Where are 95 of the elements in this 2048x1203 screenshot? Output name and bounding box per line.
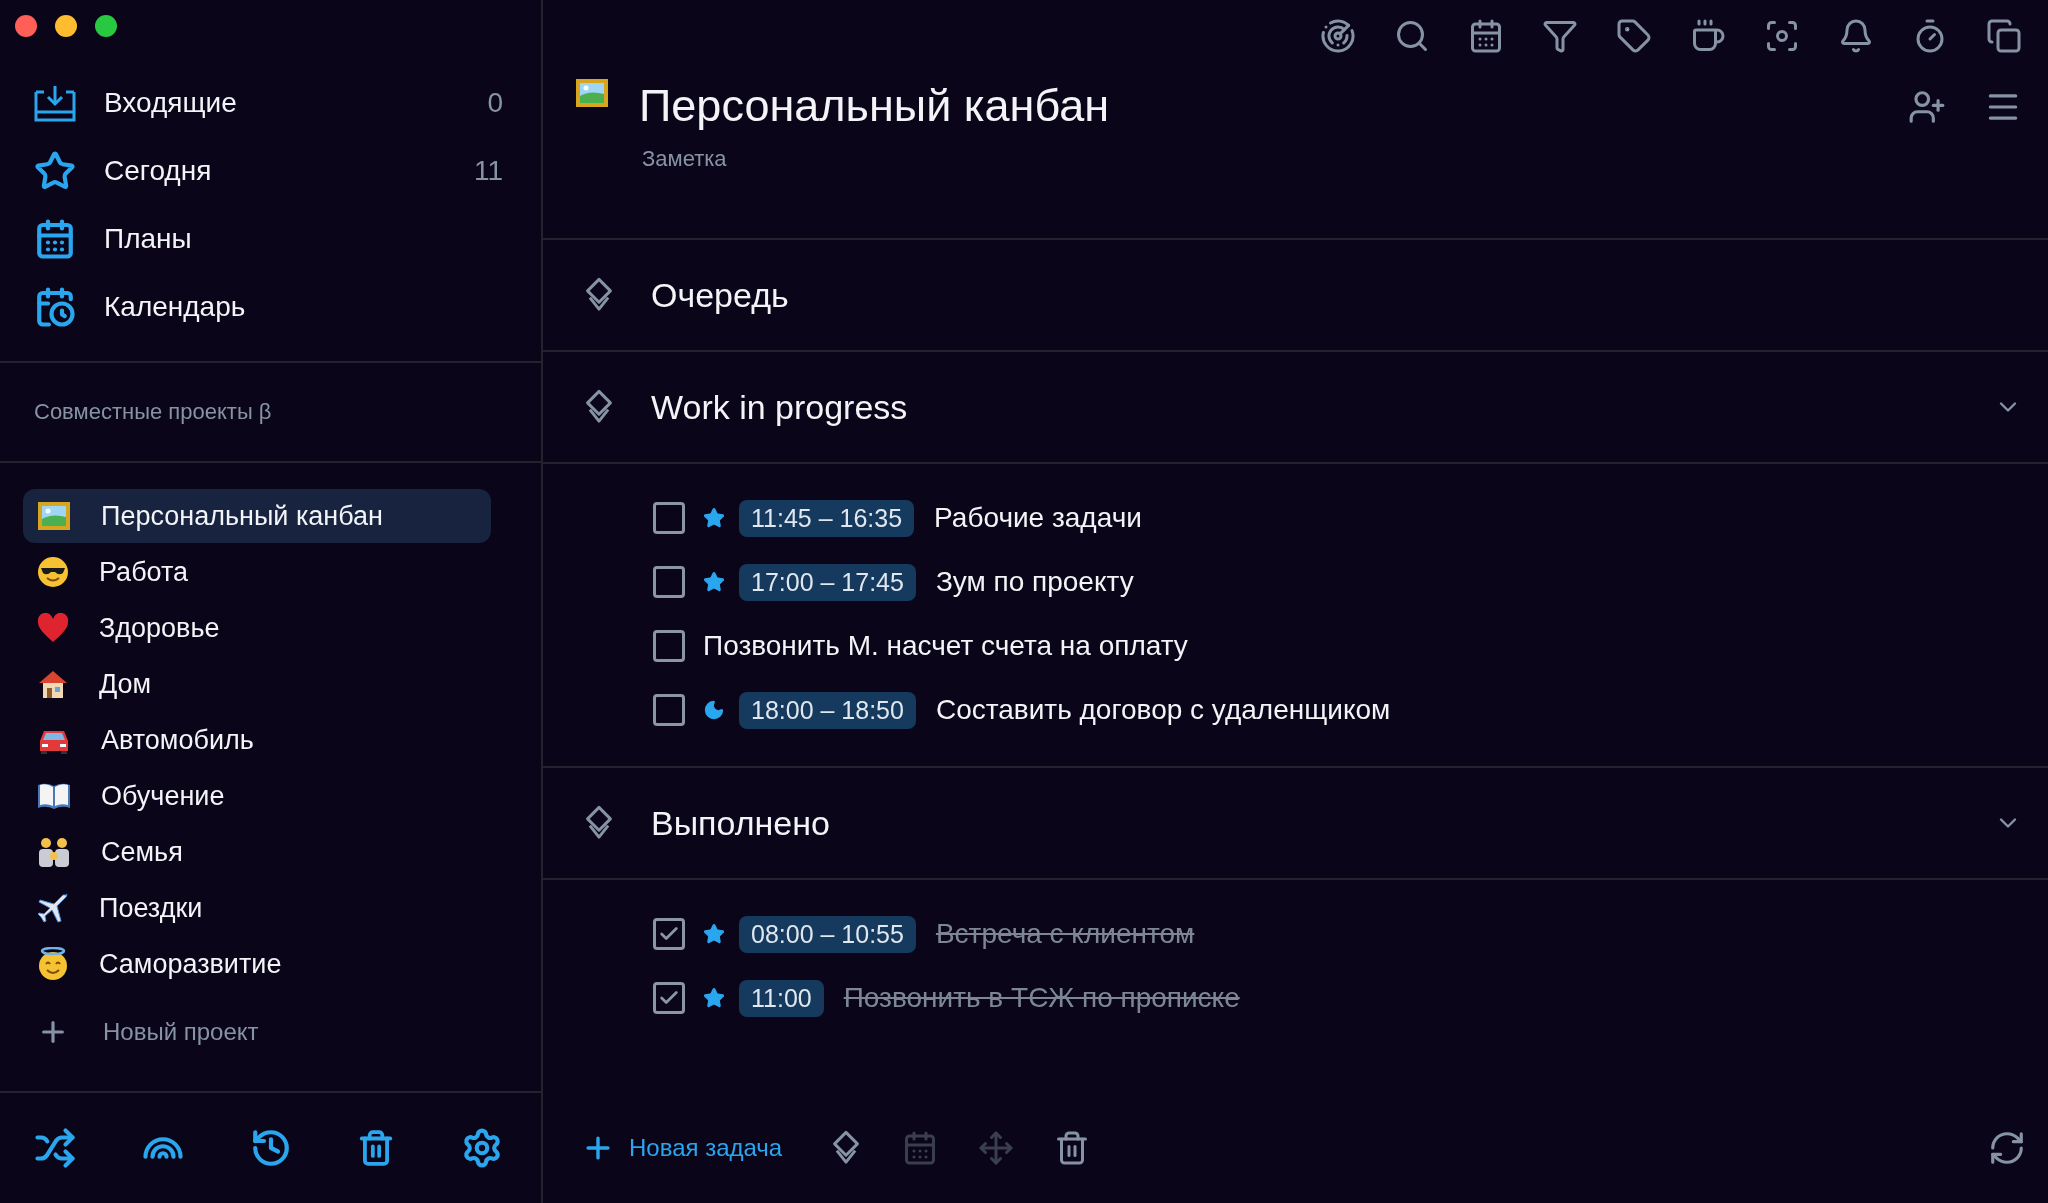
task-row[interactable]: 11:45 – 16:35 Рабочие задачи xyxy=(653,486,2048,550)
project-label: Автомобиль xyxy=(101,724,254,756)
task-row[interactable]: Позвонить М. насчет счета на оплату xyxy=(653,614,2048,678)
task-row[interactable]: 18:00 – 18:50 Составить договор с удаленщиком xyxy=(653,678,2048,742)
inbox-tray-icon xyxy=(34,84,76,122)
time-badge: 11:45 – 16:35 xyxy=(739,499,915,537)
project-item[interactable]: Семья xyxy=(23,825,491,879)
task-row[interactable]: 17:00 – 17:45 Зум по проекту xyxy=(653,550,2048,614)
zoom-window-button[interactable] xyxy=(95,15,117,37)
airplane-icon xyxy=(37,892,69,924)
group-title: Очередь xyxy=(651,275,790,315)
task-title: Позвонить в ТСЖ по прописке xyxy=(843,982,1240,1014)
group-title: Work in progress xyxy=(651,387,909,427)
search-icon[interactable] xyxy=(1394,18,1430,54)
task-checkbox[interactable] xyxy=(653,502,685,534)
open-book-icon xyxy=(37,782,71,810)
nav-label: Входящие xyxy=(104,87,238,119)
stacked-diamonds-icon xyxy=(583,388,615,426)
nav-item[interactable]: Входящие 0 xyxy=(0,69,541,137)
project-label: Саморазвитие xyxy=(99,948,282,980)
time-badge: 17:00 – 17:45 xyxy=(739,563,916,601)
task-row[interactable]: 11:00 Позвонить в ТСЖ по прописке xyxy=(653,966,2048,1030)
project-item[interactable]: Обучение xyxy=(23,769,491,823)
project-item[interactable]: Поездки xyxy=(23,881,491,935)
copy-icon[interactable] xyxy=(1986,18,2022,54)
time-badge: 18:00 – 18:50 xyxy=(739,691,916,729)
task-title: Рабочие задачи xyxy=(934,502,1142,534)
stacked-diamonds-icon xyxy=(583,804,615,842)
project-label: Работа xyxy=(99,556,189,588)
task-row[interactable]: 08:00 – 10:55 Встреча с клиентом xyxy=(653,902,2048,966)
nav-item[interactable]: Планы xyxy=(0,205,541,273)
refresh-icon[interactable] xyxy=(1988,1129,2026,1167)
item-count: 11 xyxy=(473,155,503,187)
filter-icon[interactable] xyxy=(1542,18,1578,54)
settings-icon[interactable] xyxy=(461,1127,503,1169)
halo-smiley-icon xyxy=(37,947,69,981)
time-badge: 11:00 xyxy=(739,979,824,1017)
project-label: Здоровье xyxy=(99,612,220,644)
new-project-button[interactable]: Новый проект xyxy=(37,1001,541,1063)
minimize-window-button[interactable] xyxy=(55,15,77,37)
task-title: Встреча с клиентом xyxy=(935,918,1195,950)
project-label: Обучение xyxy=(101,780,225,812)
project-label: Дом xyxy=(99,668,152,700)
note-title: Персональный канбан xyxy=(639,79,1111,133)
calendar-icon xyxy=(34,218,76,260)
radar-icon[interactable] xyxy=(1320,18,1356,54)
star-icon xyxy=(34,150,76,192)
task-checkbox[interactable] xyxy=(653,918,685,950)
family-silhouettes-icon xyxy=(37,836,71,868)
task-title: Позвонить М. насчет счета на оплату xyxy=(703,630,1188,662)
nav-label: Сегодня xyxy=(104,155,213,187)
group-header[interactable]: Очередь xyxy=(543,238,2048,350)
task-title: Составить договор с удаленщиком xyxy=(935,694,1391,726)
new-project-label: Новый проект xyxy=(103,1018,259,1046)
nav-item[interactable]: Сегодня 11 xyxy=(0,137,541,205)
project-item[interactable]: Здоровье xyxy=(23,601,491,655)
focus-icon[interactable] xyxy=(1764,18,1800,54)
framed-picture-icon xyxy=(37,501,71,531)
project-item[interactable]: Саморазвитие xyxy=(23,937,491,991)
note-subtitle: Заметка xyxy=(642,146,728,172)
project-label: Поездки xyxy=(99,892,203,924)
nav-item[interactable]: Календарь xyxy=(0,273,541,341)
project-item[interactable]: Работа xyxy=(23,545,491,599)
sunglasses-smiley-icon xyxy=(37,556,69,588)
calendar-clock-icon xyxy=(34,286,76,328)
time-badge: 08:00 – 10:55 xyxy=(739,915,916,953)
project-item[interactable]: Автомобиль xyxy=(23,713,491,767)
project-label: Персональный канбан xyxy=(101,500,383,532)
project-item[interactable]: Персональный канбан xyxy=(23,489,491,543)
task-checkbox[interactable] xyxy=(653,566,685,598)
project-item[interactable]: Дом xyxy=(23,657,491,711)
house-icon xyxy=(37,668,69,700)
heart-icon xyxy=(37,613,69,643)
nav-label: Планы xyxy=(104,223,193,255)
shuffle-icon[interactable] xyxy=(34,1127,76,1169)
group-header[interactable]: Work in progress xyxy=(543,350,2048,462)
task-checkbox[interactable] xyxy=(653,630,685,662)
framed-picture-icon xyxy=(575,78,609,108)
project-label: Семья xyxy=(101,836,183,868)
tag-icon[interactable] xyxy=(1616,18,1652,54)
stacked-diamonds-icon xyxy=(583,276,615,314)
task-checkbox[interactable] xyxy=(653,694,685,726)
group-header[interactable]: Выполнено xyxy=(543,766,2048,878)
new-task-button[interactable]: Новая задача xyxy=(581,1131,783,1165)
section-heading: Совместные проекты β xyxy=(34,399,272,425)
calendar-icon[interactable] xyxy=(1468,18,1504,54)
nav-label: Календарь xyxy=(104,291,247,323)
task-checkbox[interactable] xyxy=(653,982,685,1014)
add-user-icon[interactable] xyxy=(1908,88,1946,126)
close-window-button[interactable] xyxy=(15,15,37,37)
group-title: Выполнено xyxy=(651,803,831,843)
cup-icon[interactable] xyxy=(1690,18,1726,54)
task-title: Зум по проекту xyxy=(935,566,1134,598)
item-count: 0 xyxy=(487,87,503,119)
bell-icon[interactable] xyxy=(1838,18,1874,54)
